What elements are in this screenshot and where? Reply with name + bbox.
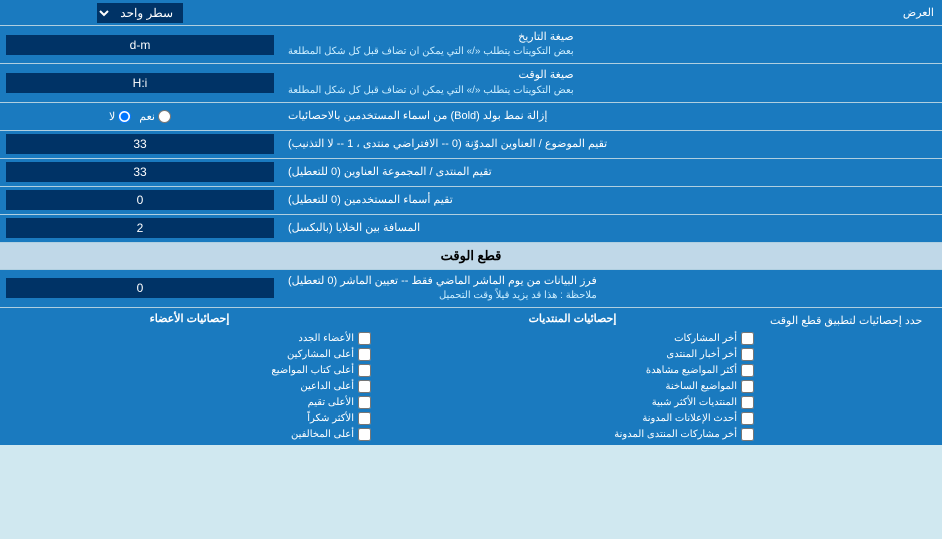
cell-gap-input[interactable] (6, 218, 274, 238)
stats-columns: إحصائيات المنتديات أخر المشاركات أخر أخب… (0, 308, 762, 445)
stats-forums-item-0: أخر المشاركات (391, 332, 754, 345)
stats-members-item-1: أعلى المشاركين (8, 348, 371, 361)
stats-forums-item-5: أحدث الإعلانات المدونة (391, 412, 754, 425)
stats-forums-item-6: أخر مشاركات المنتدى المدونة (391, 428, 754, 441)
checkbox-member-0[interactable] (358, 332, 371, 345)
top-label: العرض (280, 2, 942, 23)
cut-time-row: فرز البيانات من يوم الماشر الماضي فقط --… (0, 270, 942, 308)
checkbox-member-4[interactable] (358, 396, 371, 409)
time-format-input-wrapper (0, 64, 280, 101)
checkbox-forum-2[interactable] (741, 364, 754, 377)
checkbox-forum-0[interactable] (741, 332, 754, 345)
bold-radio-no[interactable] (118, 110, 131, 123)
user-order-input-wrapper (0, 187, 280, 214)
stats-members-item-0: الأعضاء الجدد (8, 332, 371, 345)
date-format-label: صيغة التاريخ بعض التكوينات يتطلب «/» الت… (280, 26, 942, 63)
checkbox-forum-1[interactable] (741, 348, 754, 361)
cut-time-input-wrapper (0, 270, 280, 307)
topic-order-input[interactable] (6, 134, 274, 154)
checkbox-forum-3[interactable] (741, 380, 754, 393)
stats-forums-item-1: أخر أخبار المنتدى (391, 348, 754, 361)
stats-col-forums: إحصائيات المنتديات أخر المشاركات أخر أخب… (391, 312, 754, 441)
forum-order-input[interactable] (6, 162, 274, 182)
cut-time-header: قطع الوقت (0, 243, 942, 270)
stats-members-item-6: أعلى المخالفين (8, 428, 371, 441)
stats-forums-item-3: المواضيع الساخنة (391, 380, 754, 393)
checkbox-member-1[interactable] (358, 348, 371, 361)
time-format-row: صيغة الوقت بعض التكوينات يتطلب «/» التي … (0, 64, 942, 102)
bold-radio-yes-label: نعم (139, 110, 171, 123)
stats-col1-title: إحصائيات المنتديات (391, 312, 754, 325)
forum-order-label: تقيم المنتدى / المجموعة العناوين (0 للتع… (280, 159, 942, 186)
top-select-wrapper: سطر واحد سطران ثلاثة أسطر (0, 1, 280, 25)
user-order-row: تقيم أسماء المستخدمين (0 للتعطيل) (0, 187, 942, 215)
date-format-input-wrapper (0, 26, 280, 63)
stats-members-item-2: أعلى كتاب المواضيع (8, 364, 371, 377)
date-format-input[interactable] (6, 35, 274, 55)
top-row: العرض سطر واحد سطران ثلاثة أسطر (0, 0, 942, 26)
cell-gap-input-wrapper (0, 215, 280, 242)
stats-bottom-section: حدد إحصائيات لتطبيق قطع الوقت إحصائيات ا… (0, 308, 942, 445)
stats-apply-label: حدد إحصائيات لتطبيق قطع الوقت (762, 308, 942, 445)
cut-time-input[interactable] (6, 278, 274, 298)
checkbox-member-2[interactable] (358, 364, 371, 377)
bold-remove-row: إزالة نمط بولد (Bold) من اسماء المستخدمي… (0, 103, 942, 131)
user-order-input[interactable] (6, 190, 274, 210)
main-container: العرض سطر واحد سطران ثلاثة أسطر صيغة الت… (0, 0, 942, 445)
checkbox-forum-6[interactable] (741, 428, 754, 441)
topic-order-input-wrapper (0, 131, 280, 158)
forum-order-row: تقيم المنتدى / المجموعة العناوين (0 للتع… (0, 159, 942, 187)
stats-members-item-3: أعلى الداعين (8, 380, 371, 393)
user-order-label: تقيم أسماء المستخدمين (0 للتعطيل) (280, 187, 942, 214)
checkbox-forum-4[interactable] (741, 396, 754, 409)
stats-forums-item-2: أكثر المواضيع مشاهدة (391, 364, 754, 377)
cut-time-label: فرز البيانات من يوم الماشر الماضي فقط --… (280, 270, 942, 307)
checkbox-member-5[interactable] (358, 412, 371, 425)
bold-remove-label: إزالة نمط بولد (Bold) من اسماء المستخدمي… (280, 103, 942, 130)
date-format-row: صيغة التاريخ بعض التكوينات يتطلب «/» الت… (0, 26, 942, 64)
bold-radio-yes[interactable] (158, 110, 171, 123)
stats-col-members: إحصائيات الأعضاء الأعضاء الجدد أعلى المش… (8, 312, 371, 441)
bold-remove-options: نعم لا (0, 103, 280, 130)
time-format-label: صيغة الوقت بعض التكوينات يتطلب «/» التي … (280, 64, 942, 101)
cell-gap-row: المسافة بين الخلايا (بالبكسل) (0, 215, 942, 243)
forum-order-input-wrapper (0, 159, 280, 186)
stats-forums-item-4: المنتديات الأكثر شبية (391, 396, 754, 409)
checkbox-member-3[interactable] (358, 380, 371, 393)
topic-order-label: تقيم الموضوع / العناوين المدوّنة (0 -- ا… (280, 131, 942, 158)
time-format-input[interactable] (6, 73, 274, 93)
bold-radio-group: نعم لا (109, 110, 171, 123)
stats-col2-title: إحصائيات الأعضاء (8, 312, 371, 325)
stats-members-item-4: الأعلى تقيم (8, 396, 371, 409)
stats-members-item-5: الأكثر شكراً (8, 412, 371, 425)
cell-gap-label: المسافة بين الخلايا (بالبكسل) (280, 215, 942, 242)
checkbox-forum-5[interactable] (741, 412, 754, 425)
bold-radio-no-label: لا (109, 110, 131, 123)
checkbox-member-6[interactable] (358, 428, 371, 441)
topic-order-row: تقيم الموضوع / العناوين المدوّنة (0 -- ا… (0, 131, 942, 159)
display-select[interactable]: سطر واحد سطران ثلاثة أسطر (97, 3, 183, 23)
